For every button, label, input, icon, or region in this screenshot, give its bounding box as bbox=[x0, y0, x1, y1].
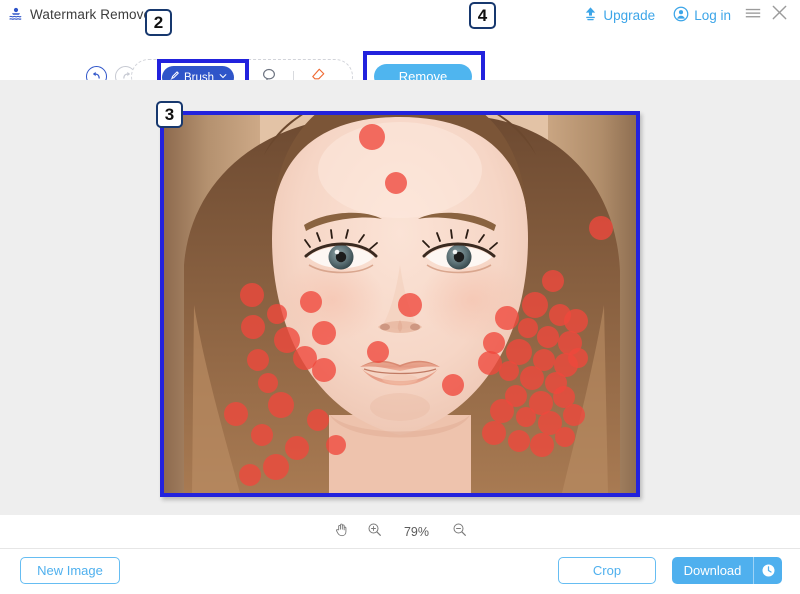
mask-dot bbox=[522, 292, 548, 318]
mask-dot bbox=[442, 374, 464, 396]
mask-dot bbox=[530, 433, 554, 457]
mask-dot bbox=[398, 293, 422, 317]
upgrade-button[interactable]: Upgrade bbox=[574, 4, 664, 26]
mask-dot bbox=[478, 351, 502, 375]
mask-dot bbox=[312, 358, 336, 382]
mask-dot bbox=[495, 306, 519, 330]
mask-dot bbox=[563, 404, 585, 426]
crop-button[interactable]: Crop bbox=[558, 557, 656, 584]
mask-dot bbox=[247, 349, 269, 371]
mask-dot bbox=[312, 321, 336, 345]
footer-bar: New Image Crop Download bbox=[0, 548, 800, 594]
mask-dot bbox=[516, 407, 536, 427]
zoom-out-icon[interactable] bbox=[452, 522, 467, 542]
download-label: Download bbox=[683, 563, 742, 578]
login-label: Log in bbox=[694, 7, 731, 23]
mask-dot bbox=[241, 315, 265, 339]
mask-dot bbox=[564, 309, 588, 333]
close-icon bbox=[770, 3, 789, 27]
mask-dot bbox=[285, 436, 309, 460]
page-title: Watermark Remover bbox=[30, 6, 156, 22]
mask-dot bbox=[542, 270, 564, 292]
step-badge-2: 2 bbox=[145, 9, 172, 36]
mask-dot bbox=[367, 341, 389, 363]
zoom-in-icon[interactable] bbox=[367, 522, 382, 542]
new-image-button[interactable]: New Image bbox=[20, 557, 120, 584]
mask-dot bbox=[589, 216, 613, 240]
editor-canvas[interactable] bbox=[0, 80, 800, 515]
user-circle-icon bbox=[673, 6, 689, 25]
close-button[interactable] bbox=[766, 4, 792, 26]
mask-dot bbox=[268, 392, 294, 418]
mask-dot bbox=[490, 399, 514, 423]
mask-dot bbox=[307, 409, 329, 431]
hamburger-menu-icon bbox=[744, 4, 762, 27]
mask-dot bbox=[385, 172, 407, 194]
mask-dot bbox=[568, 348, 588, 368]
mask-dot bbox=[326, 435, 346, 455]
hand-pan-icon[interactable] bbox=[334, 522, 349, 542]
mask-dot bbox=[224, 402, 248, 426]
mask-dot bbox=[482, 421, 506, 445]
header-actions: Upgrade Log in bbox=[574, 4, 792, 26]
mask-dot bbox=[555, 427, 575, 447]
clock-icon[interactable] bbox=[754, 563, 782, 578]
image-selection-frame[interactable] bbox=[160, 111, 640, 497]
mask-dot bbox=[258, 373, 278, 393]
mask-dot bbox=[499, 361, 519, 381]
mask-dot bbox=[251, 424, 273, 446]
mask-dot bbox=[263, 454, 289, 480]
mask-dot bbox=[518, 318, 538, 338]
watermark-logo-icon bbox=[8, 6, 24, 22]
hamburger-menu-button[interactable] bbox=[740, 4, 766, 26]
login-button[interactable]: Log in bbox=[664, 4, 740, 26]
brand: Watermark Remover bbox=[8, 6, 156, 22]
mask-dot bbox=[239, 464, 261, 486]
step-badge-4: 4 bbox=[469, 2, 496, 29]
upgrade-label: Upgrade bbox=[603, 7, 656, 23]
app-header: Watermark Remover Upgrade Log in bbox=[0, 0, 800, 30]
step-badge-3: 3 bbox=[156, 101, 183, 128]
mask-dot bbox=[508, 430, 530, 452]
mask-dot bbox=[240, 283, 264, 307]
zoom-toolbar: 79% bbox=[0, 515, 800, 548]
mask-dot bbox=[520, 366, 544, 390]
edit-toolbar: Brush Remove bbox=[0, 30, 800, 102]
mask-dot bbox=[267, 304, 287, 324]
mask-dot bbox=[537, 326, 559, 348]
download-button[interactable]: Download bbox=[672, 557, 782, 584]
mask-dot bbox=[359, 124, 385, 150]
upload-arrow-icon bbox=[583, 6, 598, 24]
zoom-level-label: 79% bbox=[403, 524, 430, 539]
watermark-remover-app: Watermark Remover Upgrade Log in Brush R… bbox=[0, 0, 800, 594]
mask-dot bbox=[300, 291, 322, 313]
